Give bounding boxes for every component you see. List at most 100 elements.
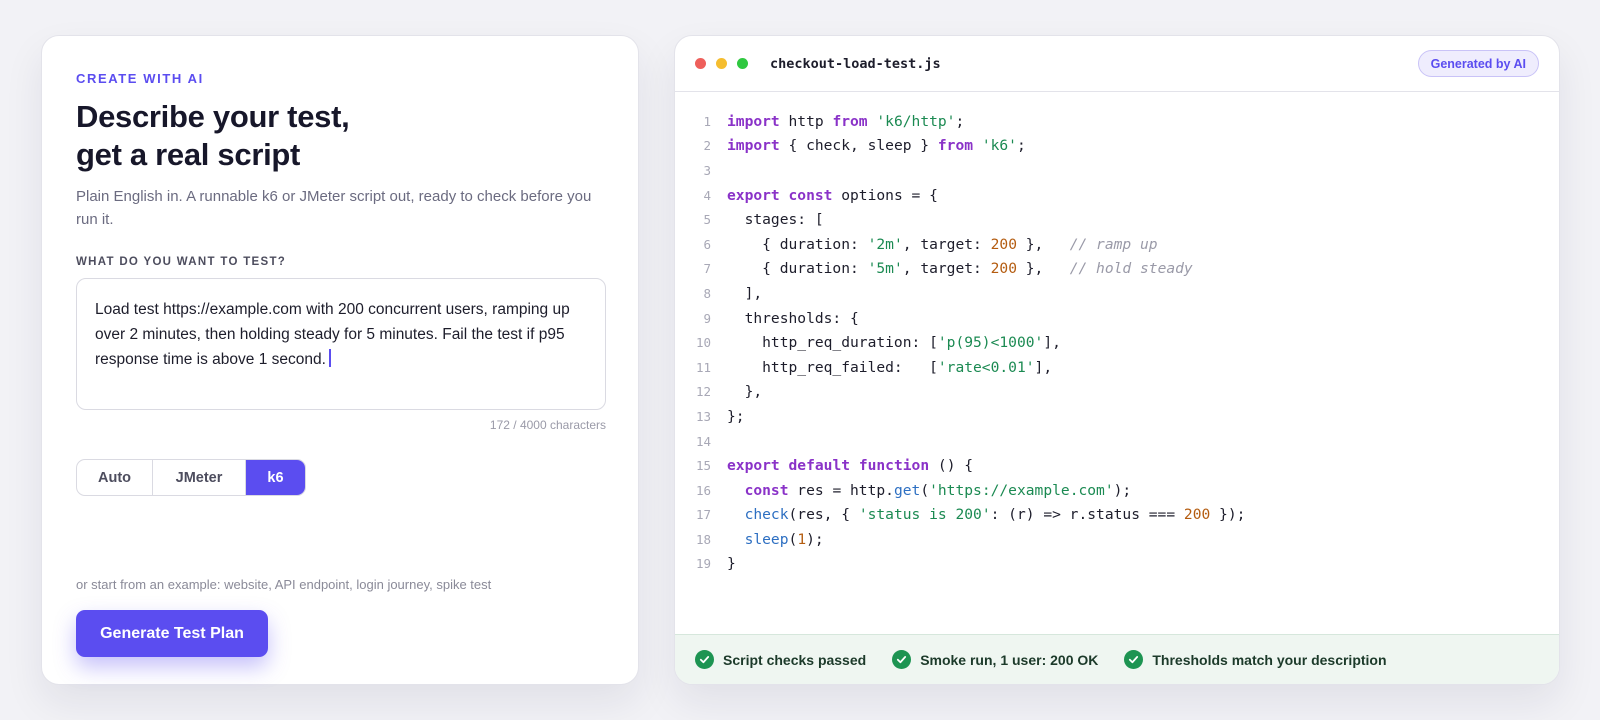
check-circle-icon: [1124, 650, 1144, 669]
generate-test-plan-button[interactable]: Generate Test Plan: [76, 610, 268, 657]
examples-hint[interactable]: or start from an example: website, API e…: [76, 577, 491, 592]
code-token: ;: [955, 112, 965, 130]
code-token: from: [832, 112, 868, 130]
char-count: 172 / 4000 characters: [489, 418, 606, 432]
code-token: , target:: [902, 235, 991, 253]
prompt-text: Load test https://example.com with 200 c…: [95, 301, 570, 368]
code-line: 13};: [675, 404, 1559, 429]
code-line: 6 { duration: '2m', target: 200 }, // ra…: [675, 232, 1559, 257]
code-token: ],: [1034, 358, 1053, 376]
check-smoke-run: Smoke run, 1 user: 200 OK: [892, 650, 1098, 669]
code-token: 'k6': [981, 137, 1017, 155]
validation-footer: Script checks passed Smoke run, 1 user: …: [675, 634, 1559, 684]
prompt-textarea[interactable]: Load test https://example.com with 200 c…: [76, 278, 606, 410]
code-token: 'k6/http': [876, 112, 956, 130]
code-token: export: [727, 457, 780, 475]
code-line: 2 import { check, sleep } from 'k6';: [675, 134, 1559, 159]
check-label: Thresholds match your description: [1152, 651, 1387, 668]
code-token: : (r) => r.status ===: [990, 506, 1184, 524]
line-number: 12: [695, 384, 711, 400]
code-line: 8 ],: [675, 281, 1559, 306]
code-token: ],: [727, 284, 763, 302]
code-line: 10 http_req_duration: ['p(95)<1000'],: [675, 330, 1559, 355]
code-line: 12 },: [675, 380, 1559, 405]
code-comment: // ramp up: [1069, 235, 1158, 253]
code-token: http_req_failed: [: [727, 358, 938, 376]
code-token: http: [779, 112, 833, 130]
line-number: 9: [703, 310, 711, 326]
code-token: { check, sleep }: [779, 137, 938, 155]
code-token: (: [920, 481, 930, 499]
code-line: 14: [675, 429, 1559, 454]
line-number: 17: [695, 507, 711, 523]
line-number: 4: [703, 187, 711, 203]
code-line: 16 const res = http. get('https://example…: [675, 478, 1559, 503]
code-token: check: [744, 506, 789, 524]
code-token: });: [1210, 506, 1246, 524]
title-line-2: get a real script: [76, 137, 301, 172]
format-option-jmeter[interactable]: JMeter: [153, 460, 246, 495]
code-token: 'status is 200': [858, 506, 991, 524]
code-line: 18 sleep(1);: [675, 527, 1559, 552]
create-panel: CREATE WITH AI Describe your test, get a…: [41, 35, 639, 685]
code-token: );: [1113, 481, 1132, 499]
code-token: thresholds: {: [727, 309, 859, 327]
line-number: 10: [695, 335, 711, 351]
text-caret: [328, 349, 331, 367]
code-token: stages: [: [727, 211, 824, 229]
code-token: },: [1016, 235, 1070, 253]
code-line: 11 http_req_failed: ['rate<0.01'],: [675, 355, 1559, 380]
line-number: 2: [703, 138, 711, 154]
check-label: Script checks passed: [723, 651, 867, 668]
code-token: res = http.: [788, 481, 894, 499]
line-number: 15: [695, 458, 711, 474]
file-name: checkout-load-test.js: [770, 55, 941, 72]
code-line: 4 export const options = {: [675, 183, 1559, 208]
format-option-k6[interactable]: k6: [246, 460, 305, 495]
line-number: 6: [703, 236, 711, 252]
code-token: (: [788, 530, 798, 548]
code-token: http_req_duration: [: [727, 334, 938, 352]
line-number: 18: [695, 531, 711, 547]
code-token: '2m': [867, 235, 903, 253]
code-view[interactable]: 1 import http from 'k6/http'; 2 import { c…: [675, 92, 1559, 576]
title-line-1: Describe your test,: [76, 99, 350, 134]
code-token: );: [806, 530, 824, 548]
code-token: },: [727, 383, 763, 401]
code-token: 'rate<0.01': [937, 358, 1035, 376]
code-token: get: [893, 481, 921, 499]
editor-titlebar: checkout-load-test.js Generated by AI: [675, 36, 1559, 92]
code-token: 200: [990, 235, 1017, 253]
code-token: 1: [797, 530, 807, 548]
check-label: Smoke run, 1 user: 200 OK: [920, 651, 1099, 668]
code-line: 7 { duration: '5m', target: 200 }, // ho…: [675, 257, 1559, 282]
subtitle: Plain English in. A runnable k6 or JMete…: [76, 188, 592, 228]
code-token: import: [727, 112, 780, 130]
code-token: function: [858, 457, 930, 475]
code-token: export: [727, 186, 780, 204]
page-title: Describe your test, get a real script: [76, 98, 604, 174]
format-option-auto[interactable]: Auto: [77, 460, 153, 495]
code-token: };: [727, 407, 745, 425]
code-line: 19}: [675, 552, 1559, 577]
code-line: 15 export default function () {: [675, 453, 1559, 478]
line-number: 3: [703, 162, 711, 178]
code-token: { duration:: [727, 260, 868, 278]
script-editor-panel: checkout-load-test.js Generated by AI 1i…: [674, 35, 1560, 685]
eyebrow-label: CREATE WITH AI: [76, 71, 204, 86]
code-line: 17 check (res, { 'status is 200': (r) => …: [675, 503, 1559, 528]
line-number: 1: [703, 113, 711, 129]
check-thresholds-match: Thresholds match your description: [1124, 650, 1387, 669]
code-token: 'p(95)<1000': [937, 334, 1044, 352]
code-token: (res, {: [788, 506, 859, 524]
line-number: 5: [703, 212, 711, 228]
line-number: 16: [695, 482, 711, 498]
code-token: from: [937, 137, 974, 155]
code-token: , target:: [902, 260, 991, 278]
code-token: '5m': [867, 260, 903, 278]
